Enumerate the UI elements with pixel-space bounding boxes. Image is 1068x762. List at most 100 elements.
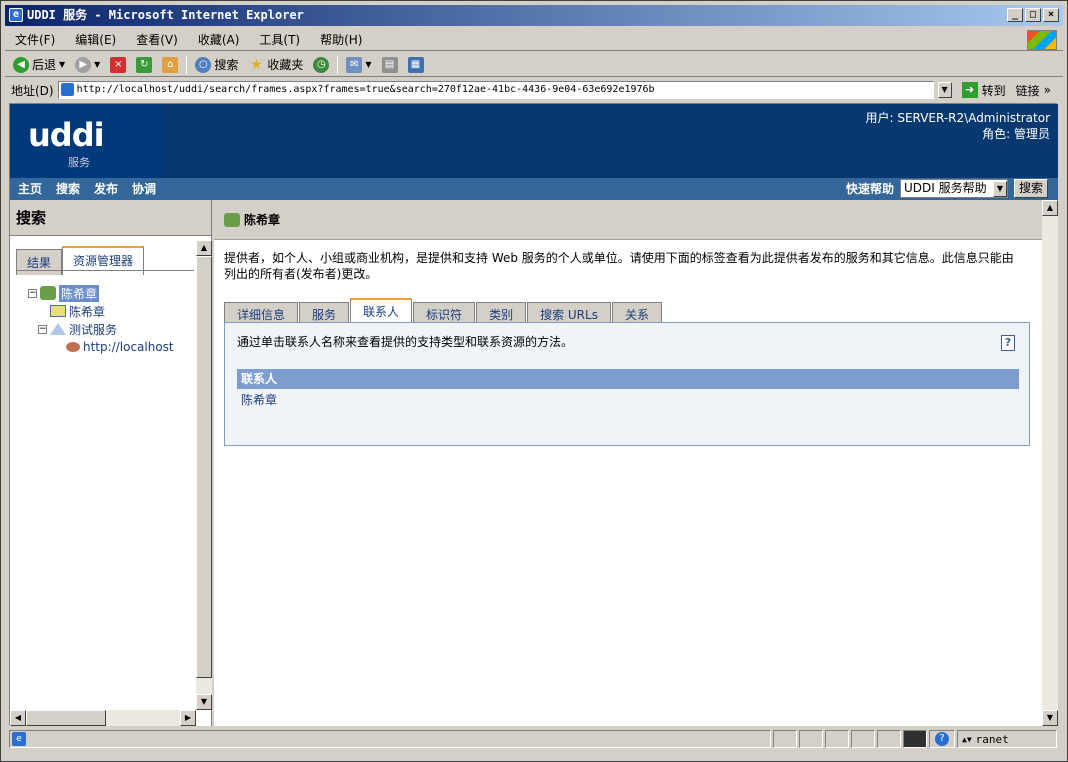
- nav-items: 主页 搜索 发布 协调: [18, 178, 156, 200]
- menu-edit[interactable]: 编辑(E): [65, 31, 126, 48]
- scroll-right-icon[interactable]: ▶: [180, 710, 196, 726]
- address-input[interactable]: http://localhost/uddi/search/frames.aspx…: [57, 81, 934, 99]
- maximize-button[interactable]: □: [1025, 8, 1041, 22]
- status-cell: [773, 730, 797, 748]
- nav-bar: 主页 搜索 发布 协调 快速帮助 UDDI 服务帮助 ▼ 搜索: [10, 178, 1058, 200]
- forward-dropdown-icon[interactable]: ▼: [94, 60, 100, 69]
- status-help-cell: ?: [929, 730, 955, 748]
- chevron-right-icon[interactable]: »: [1044, 83, 1051, 97]
- right-vertical-scrollbar[interactable]: ▲ ▼: [1042, 200, 1058, 726]
- menu-favorites[interactable]: 收藏(A): [188, 31, 250, 48]
- left-horizontal-scrollbar[interactable]: ◀ ▶: [10, 710, 196, 726]
- tree-node-label[interactable]: http://localhost: [83, 340, 174, 354]
- home-button[interactable]: ⌂: [160, 56, 180, 73]
- provider-header: 陈希章: [214, 200, 1042, 240]
- scroll-down-icon[interactable]: ▼: [1042, 710, 1058, 726]
- windows-logo-icon: [1027, 30, 1057, 50]
- scroll-up-icon[interactable]: ▲: [1042, 200, 1058, 216]
- scroll-down-icon[interactable]: ▼: [196, 694, 212, 710]
- zone-icon: ▲▼: [962, 734, 972, 744]
- go-label: 转到: [981, 83, 1006, 98]
- ie-page-icon: e: [12, 732, 26, 746]
- nav-home[interactable]: 主页: [18, 178, 42, 200]
- scroll-left-icon[interactable]: ◀: [10, 710, 26, 726]
- mail-dropdown-icon[interactable]: ▼: [365, 60, 371, 69]
- binding-icon: [66, 342, 80, 352]
- stop-button[interactable]: ×: [108, 56, 128, 73]
- quick-help-search-button[interactable]: 搜索: [1013, 179, 1048, 198]
- tree-node-provider[interactable]: − 陈希章: [28, 284, 174, 302]
- contacts-table-header: 联系人: [237, 369, 1019, 389]
- contact-card-icon: [50, 305, 66, 317]
- collapse-icon[interactable]: −: [28, 288, 37, 298]
- logo-subtext: 服务: [68, 156, 90, 169]
- edit-button[interactable]: ▦: [406, 56, 426, 73]
- status-cell: [799, 730, 823, 748]
- refresh-button[interactable]: ↻: [134, 56, 154, 73]
- minimize-button[interactable]: _: [1007, 8, 1023, 22]
- standard-toolbar: ◀ 后退 ▼ ▶ ▼ × ↻ ⌂ ○ 搜索 ★ 收藏夹 ◷ ✉ ▼ ▤ ▦: [5, 53, 1063, 77]
- tree-node-label[interactable]: 陈希章: [69, 303, 105, 320]
- back-button[interactable]: ◀ 后退 ▼: [11, 56, 67, 73]
- back-arrow-icon: ◀: [13, 56, 29, 73]
- tree-node-label[interactable]: 测试服务: [69, 321, 117, 338]
- status-cell: [877, 730, 901, 748]
- toolbar-separator: [337, 55, 339, 74]
- back-label: 后退: [32, 58, 57, 72]
- history-icon: ◷: [313, 56, 330, 73]
- favorites-label: 收藏夹: [267, 58, 304, 72]
- page-content: uddi 服务 用户: SERVER-R2\Administrator 角色: …: [9, 103, 1058, 726]
- menu-help[interactable]: 帮助(H): [310, 31, 372, 48]
- contact-link[interactable]: 陈希章: [237, 391, 277, 409]
- help-icon[interactable]: ?: [1001, 335, 1015, 351]
- collapse-icon[interactable]: −: [38, 324, 47, 334]
- favorites-button[interactable]: ★ 收藏夹: [246, 56, 305, 73]
- close-button[interactable]: ×: [1043, 8, 1059, 22]
- status-text-cell: e: [9, 730, 771, 748]
- address-dropdown-button[interactable]: ▼: [937, 82, 952, 98]
- question-icon: ?: [935, 732, 949, 746]
- status-cell: [825, 730, 849, 748]
- forward-button[interactable]: ▶ ▼: [73, 56, 102, 73]
- uddi-header: uddi 服务 用户: SERVER-R2\Administrator 角色: …: [10, 104, 1058, 178]
- nav-coordinate[interactable]: 协调: [132, 178, 156, 200]
- contacts-panel: 通过单击联系人名称来查看提供的支持类型和联系资源的方法。 ? 联系人 陈希章: [224, 322, 1030, 446]
- tree-node-contact[interactable]: 陈希章: [28, 302, 174, 320]
- chevron-down-icon[interactable]: ▼: [992, 181, 1007, 197]
- nav-publish[interactable]: 发布: [94, 178, 118, 200]
- mail-button[interactable]: ✉ ▼: [344, 56, 373, 73]
- menu-view[interactable]: 查看(V): [126, 31, 188, 48]
- address-label: 地址(D): [11, 83, 54, 98]
- nav-search[interactable]: 搜索: [56, 178, 80, 200]
- back-dropdown-icon[interactable]: ▼: [59, 60, 65, 69]
- go-button[interactable]: ➜ 转到: [956, 82, 1012, 99]
- zone-text: ranet: [975, 732, 1009, 746]
- window-controls: _ □ ×: [1007, 8, 1059, 22]
- menu-file[interactable]: 文件(F): [5, 31, 65, 48]
- tab-results[interactable]: 结果: [16, 249, 63, 275]
- tree-node-binding[interactable]: http://localhost: [28, 338, 174, 356]
- tree-node-label[interactable]: 陈希章: [59, 284, 100, 302]
- contacts-panel-description: 通过单击联系人名称来查看提供的支持类型和联系资源的方法。: [237, 335, 574, 349]
- quick-help: 快速帮助 UDDI 服务帮助 ▼ 搜索: [846, 179, 1048, 198]
- star-icon: ★: [250, 56, 263, 73]
- left-vertical-scrollbar[interactable]: ▲ ▼: [196, 240, 212, 710]
- toolbar-separator: [186, 55, 188, 74]
- quick-help-value: UDDI 服务帮助: [903, 181, 987, 195]
- quick-help-select[interactable]: UDDI 服务帮助 ▼: [899, 179, 1008, 198]
- tree-node-service[interactable]: − 测试服务: [28, 320, 174, 338]
- stop-icon: ×: [110, 56, 127, 73]
- print-button[interactable]: ▤: [380, 56, 400, 73]
- scroll-thumb[interactable]: [26, 710, 106, 726]
- edit-page-icon: ▦: [407, 56, 424, 73]
- right-pane: 陈希章 提供者，如个人、小组或商业机构，是提供和支持 Web 服务的个人或单位。…: [214, 200, 1042, 726]
- menu-tools[interactable]: 工具(T): [249, 31, 310, 48]
- scroll-up-icon[interactable]: ▲: [196, 240, 212, 256]
- home-icon: ⌂: [162, 56, 179, 73]
- scroll-thumb[interactable]: [196, 256, 212, 678]
- address-url: http://localhost/uddi/search/frames.aspx…: [76, 84, 655, 95]
- mail-icon: ✉: [346, 56, 363, 73]
- links-button[interactable]: 链接: [1016, 82, 1040, 99]
- search-button[interactable]: ○ 搜索: [193, 56, 240, 73]
- history-button[interactable]: ◷: [311, 56, 331, 73]
